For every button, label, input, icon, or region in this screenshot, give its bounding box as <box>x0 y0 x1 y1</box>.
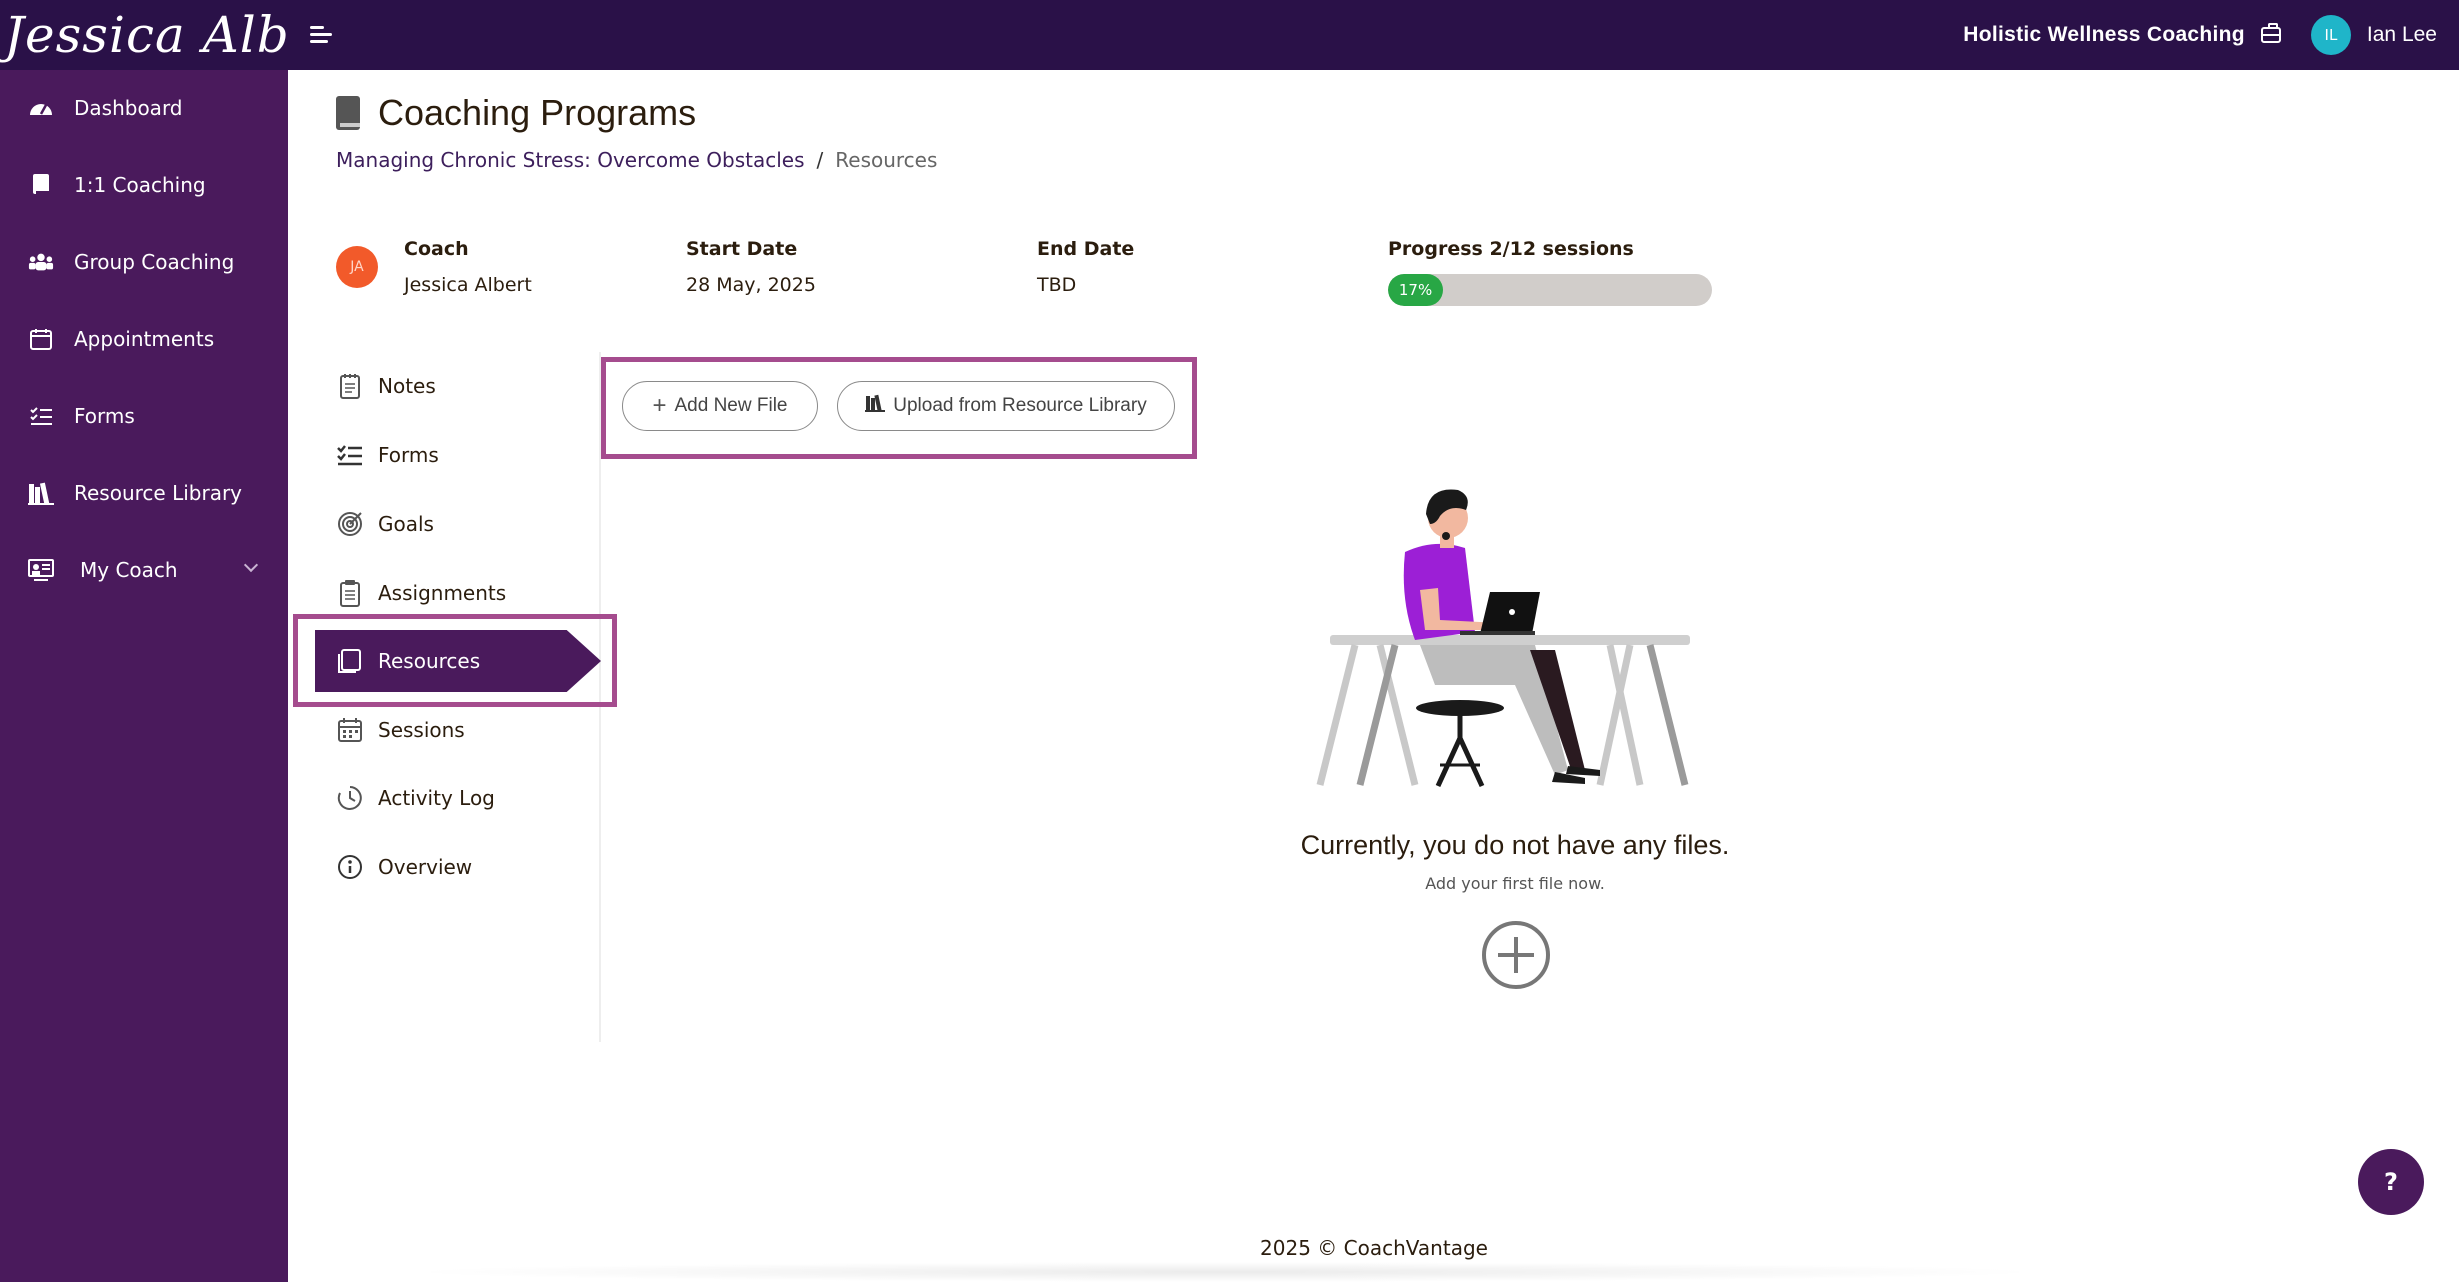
submenu-item-activity-log[interactable]: Activity Log <box>336 772 495 824</box>
notes-icon <box>336 372 364 400</box>
add-new-file-button[interactable]: + Add New File <box>622 381 818 431</box>
end-date-info: End Date TBD <box>1037 238 1134 296</box>
coach-label: Coach <box>404 238 469 260</box>
sidebar-item-my-coach[interactable]: My Coach <box>0 542 288 598</box>
submenu-item-label: Assignments <box>378 581 507 605</box>
clock-icon <box>336 784 364 812</box>
submenu-item-label: Forms <box>378 443 439 467</box>
checklist-icon <box>336 441 364 469</box>
progress-info: Progress 2/12 sessions <box>1388 238 1634 274</box>
group-icon <box>28 249 54 275</box>
plus-icon: + <box>652 392 667 419</box>
breadcrumb: Managing Chronic Stress: Overcome Obstac… <box>336 148 937 172</box>
submenu-item-label: Resources <box>378 649 481 673</box>
start-date-info: Start Date 28 May, 2025 <box>686 238 816 296</box>
submenu-item-overview[interactable]: Overview <box>336 841 472 893</box>
progress-fill: 17% <box>1388 274 1444 306</box>
sidebar-item-label: My Coach <box>80 558 178 582</box>
chevron-down-icon[interactable] <box>243 557 259 573</box>
clipboard-icon <box>336 579 364 607</box>
sidebar-item-resource-library[interactable]: Resource Library <box>0 465 288 521</box>
add-file-circle-icon[interactable] <box>1482 921 1550 989</box>
briefcase-icon[interactable] <box>2260 23 2281 43</box>
help-button[interactable]: ? <box>2358 1149 2424 1215</box>
sidebar-item-label: Dashboard <box>74 96 183 120</box>
sidebar-item-label: Group Coaching <box>74 250 235 274</box>
resources-icon <box>336 647 364 675</box>
calendar-icon <box>336 716 364 744</box>
start-date-value: 28 May, 2025 <box>686 274 816 296</box>
sidebar-item-appointments[interactable]: Appointments <box>0 311 288 367</box>
menu-toggle-icon[interactable] <box>310 22 336 48</box>
sidebar: Dashboard 1:1 Coaching Group Coaching Ap… <box>0 70 288 1282</box>
breadcrumb-program-link[interactable]: Managing Chronic Stress: Overcome Obstac… <box>336 148 805 172</box>
submenu-item-label: Overview <box>378 855 473 879</box>
sidebar-item-label: 1:1 Coaching <box>74 173 206 197</box>
empty-state-illustration <box>1316 489 1690 788</box>
sidebar-item-1-1-coaching[interactable]: 1:1 Coaching <box>0 157 288 213</box>
sidebar-item-label: Forms <box>74 404 135 428</box>
submenu-item-assignments[interactable]: Assignments <box>336 567 506 619</box>
submenu-item-label: Sessions <box>378 718 465 742</box>
submenu-item-notes[interactable]: Notes <box>336 360 436 412</box>
org-name[interactable]: Holistic Wellness Coaching <box>1963 23 2245 47</box>
breadcrumb-current: Resources <box>835 148 938 172</box>
sidebar-item-forms[interactable]: Forms <box>0 388 288 444</box>
book-icon <box>336 96 360 130</box>
progress-bar: 17% <box>1388 274 1712 306</box>
target-icon <box>336 510 364 538</box>
sidebar-item-group-coaching[interactable]: Group Coaching <box>0 234 288 290</box>
breadcrumb-separator: / <box>816 148 824 172</box>
submenu-item-label: Activity Log <box>378 786 495 810</box>
library-icon <box>28 480 54 506</box>
submenu-item-label: Notes <box>378 374 436 398</box>
submenu-item-sessions[interactable]: Sessions <box>336 704 465 756</box>
add-new-file-label: Add New File <box>674 395 788 416</box>
user-name[interactable]: Ian Lee <box>2367 23 2437 47</box>
submenu-item-resources[interactable]: Resources <box>315 630 601 692</box>
checklist-icon <box>28 403 54 429</box>
page-heading: Coaching Programs <box>336 92 696 134</box>
coach-icon <box>28 557 54 583</box>
submenu-item-label: Goals <box>378 512 434 536</box>
empty-state-title: Currently, you do not have any files. <box>1300 830 1730 860</box>
coach-name-link[interactable]: Jessica Albert <box>404 274 532 296</box>
user-avatar[interactable]: IL <box>2310 15 2351 55</box>
footer-text: 2025 © CoachVantage <box>1260 1236 1488 1260</box>
submenu-item-forms[interactable]: Forms <box>336 429 439 481</box>
footer-shadow <box>400 1262 2050 1282</box>
upload-label: Upload from Resource Library <box>893 395 1147 416</box>
submenu-item-goals[interactable]: Goals <box>336 498 434 550</box>
end-date-value: TBD <box>1037 274 1077 296</box>
upload-from-resource-library-button[interactable]: Upload from Resource Library <box>837 381 1175 431</box>
sidebar-item-label: Appointments <box>74 327 215 351</box>
sidebar-item-dashboard[interactable]: Dashboard <box>0 80 288 136</box>
book-icon <box>28 172 54 198</box>
top-right-area: Holistic Wellness Coaching IL Ian Lee <box>1963 0 2437 70</box>
dashboard-icon <box>28 95 54 121</box>
info-icon <box>336 853 364 881</box>
page-title: Coaching Programs <box>378 92 697 133</box>
coach-info: Coach Jessica Albert <box>404 238 532 296</box>
progress-label: Progress 2/12 sessions <box>1388 238 1634 260</box>
end-date-label: End Date <box>1037 238 1135 260</box>
library-icon <box>865 394 886 418</box>
empty-state-subtitle: Add your first file now. <box>1425 874 1605 893</box>
sidebar-item-label: Resource Library <box>74 481 243 505</box>
calendar-icon <box>28 326 54 352</box>
coach-avatar: JA <box>336 246 378 288</box>
top-bar: Jessica Albert Holistic Wellness Coachin… <box>0 0 2459 70</box>
start-date-label: Start Date <box>686 238 798 260</box>
brand-logo[interactable]: Jessica Albert <box>0 0 288 70</box>
